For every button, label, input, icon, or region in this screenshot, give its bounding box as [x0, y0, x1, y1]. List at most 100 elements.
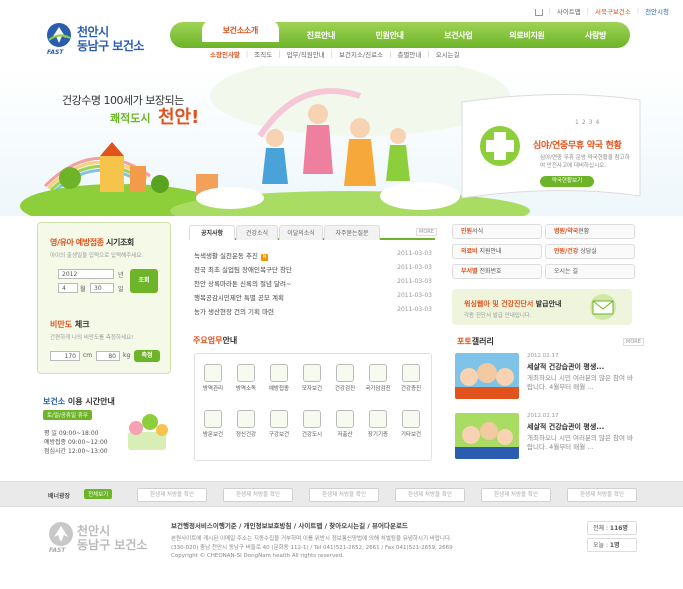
quick-link-directions[interactable]: 오시는 길 [545, 264, 635, 279]
quick-link-medical-support[interactable]: 의료비 지원안내 [452, 244, 542, 259]
pharmacy-promo-desc: 심야/연중 무휴 운영 약국현황을 참고하여 안전사고에 대비하십시오. [540, 155, 630, 169]
logo-title-line2: 동남구 보건소 [77, 39, 144, 53]
subnav-branches[interactable]: 보건지소/진료소 [333, 49, 389, 59]
news-item[interactable]: 행복공감시민제안 특별 공모 계획 2011-03-03 [194, 292, 434, 302]
nav-health-projects[interactable]: 보건사업 [424, 30, 493, 41]
banner-view-all-button[interactable]: 전체보기 [84, 489, 113, 499]
hours-row: 예방접종 09:00~12:00 [44, 439, 108, 446]
subnav-floors[interactable]: 층별안내 [391, 49, 427, 59]
news-item[interactable]: 녹색생활 실천운동 추진 N 2011-03-03 [194, 250, 434, 261]
banner-item[interactable]: 환생제 처방을 확인 [137, 488, 207, 502]
building-icon [303, 410, 321, 428]
gallery-item[interactable]: 2012.02.17 세살적 건강습관이 평생... 개최하오니 시민 여러분의… [455, 413, 635, 463]
subnav-directions[interactable]: 오시는길 [430, 49, 466, 59]
cityhall-link[interactable]: 천안시청 [645, 6, 669, 16]
news-more-button[interactable]: MORE [416, 228, 437, 236]
utility-links: | 사이트맵 | 서북구보건소 | 천안시청 [534, 6, 669, 16]
height-input[interactable]: 170 [50, 351, 80, 361]
tab-monthly-news[interactable]: 이달의소식 [279, 225, 323, 240]
work-item-disinfection[interactable]: 방역소독 [231, 364, 261, 392]
work-item-vaccination[interactable]: 예방접종 [264, 364, 294, 392]
banner-plaza: 배너광장 전체보기 환생제 처방을 확인 환생제 처방을 확인 환생제 처방을 … [0, 481, 683, 507]
main-navigation: 보건소소개 진료안내 민원안내 보건사업 의료비지원 사랑방 [170, 20, 630, 48]
work-item-cancer-screening[interactable]: 국가암검진 [363, 364, 393, 392]
nav-treatment[interactable]: 진료안내 [287, 30, 356, 41]
subnav-org-chart[interactable]: 조직도 [248, 49, 278, 59]
birth-year-select[interactable]: 2012 [58, 269, 114, 279]
vaccination-title: 영/유아 예방접종 시기조회 [50, 238, 134, 247]
nav-medical-support[interactable]: 의료비지원 [493, 30, 562, 41]
stethoscope-icon [336, 364, 354, 382]
tab-faq[interactable]: 자주묻는질문 [324, 225, 380, 240]
birth-day-select[interactable]: 30 [90, 283, 114, 293]
heart-icon [369, 410, 387, 428]
footer-copyright: Copyright © CHEONAN-SI DongNam health Al… [171, 553, 344, 559]
nav-about[interactable]: 보건소소개 [202, 20, 279, 42]
monitor-icon [369, 364, 387, 382]
work-item-low-birth[interactable]: 저출산 [330, 410, 360, 438]
banner-item[interactable]: 환생제 처방을 확인 [223, 488, 293, 502]
weight-unit: kg [123, 352, 131, 359]
photo-gallery-title: 포토갤러리 [457, 337, 494, 346]
work-item-dental[interactable]: 구강보건 [264, 410, 294, 438]
nav-community[interactable]: 사랑방 [561, 30, 630, 41]
document-icon [237, 364, 255, 382]
gallery-title: 세살적 건강습관이 평생... [527, 423, 605, 431]
birth-month-select[interactable]: 4 [58, 283, 78, 293]
banner-item[interactable]: 환생제 처방을 확인 [309, 488, 379, 502]
work-item-disease-control[interactable]: 방역관리 [198, 364, 228, 392]
banner-item[interactable]: 환생제 처방을 확인 [567, 488, 637, 502]
subnav-greeting[interactable]: 소장인사말 [204, 49, 246, 59]
gallery-more-button[interactable]: MORE [623, 338, 644, 346]
news-item[interactable]: 천안 상록마라톤 신록의 절념 달려~ 2011-03-03 [194, 278, 434, 288]
vaccination-submit-button[interactable]: 조회 [130, 269, 158, 293]
height-unit: cm [83, 352, 93, 359]
divider: | [548, 7, 551, 15]
clipboard-icon [204, 364, 222, 382]
gallery-item[interactable]: 2012.02.17 세살적 건강습관이 평생... 개최하오니 시민 여러분의… [455, 353, 635, 403]
gallery-date: 2012.02.17 [527, 353, 559, 359]
grid-icon [402, 410, 420, 428]
banner-plaza-label: 배너광장 [48, 493, 71, 500]
work-item-checkup[interactable]: 건강검진 [330, 364, 360, 392]
news-item[interactable]: 농가 생산현장 건의 기획 마련 2011-03-03 [194, 306, 434, 316]
quick-link-phone-directory[interactable]: 부서별 전화번호 [452, 264, 542, 279]
northwest-health-link[interactable]: 서북구보건소 [595, 6, 631, 16]
banner-item[interactable]: 환생제 처방을 확인 [481, 488, 551, 502]
gallery-desc: 개최하오니 시민 여러분의 많은 참여 바랍니다. 4월부터 매월 ... [527, 374, 634, 391]
weight-input[interactable]: 80 [96, 351, 120, 361]
work-item-other[interactable]: 기타보건 [396, 410, 426, 438]
tab-health-news[interactable]: 건강소식 [236, 225, 278, 240]
footer-links[interactable]: 보건행정서비스이행기준 / 개인정보보호방침 / 사이트맵 / 찾아오시는길 /… [171, 520, 408, 530]
opening-hours: 보건소 이용 시간안내 토/일/공휴일 휴무 평 일 09:00~18:00 예… [40, 390, 175, 460]
tab-notice[interactable]: 공지사항 [189, 225, 235, 240]
hero-slogan-city: 천안! [158, 107, 200, 128]
obesity-measure-button[interactable]: 측정 [134, 350, 160, 362]
work-item-maternal[interactable]: 모자보건 [297, 364, 327, 392]
work-item-promotion[interactable]: 건강증진 [396, 364, 426, 392]
car-icon [402, 364, 420, 382]
visitor-today: 오늘 : 1명 [587, 538, 637, 552]
banner-item[interactable]: 환생제 처방을 확인 [395, 488, 465, 502]
news-item[interactable]: 전국 최초 실업팀 장애인복구단 창단 2011-03-03 [194, 264, 434, 274]
work-item-mental[interactable]: 정신건강 [231, 410, 261, 438]
home-icon[interactable] [534, 8, 543, 16]
work-item-organ-donation[interactable]: 장기기증 [363, 410, 393, 438]
quick-link-forms[interactable]: 민원서식 [452, 224, 542, 239]
work-item-visiting[interactable]: 방문보건 [198, 410, 228, 438]
site-logo[interactable]: FAST 천안시 동남구 보건소 [44, 22, 154, 58]
subnav-staff[interactable]: 업무/직원안내 [281, 49, 331, 59]
work-item-healthy-city[interactable]: 건강도시 [297, 410, 327, 438]
divider: | [636, 7, 640, 15]
sitemap-link[interactable]: 사이트맵 [557, 6, 581, 16]
obesity-title: 비만도 체크 [50, 320, 90, 329]
syringe-icon [270, 364, 288, 382]
quick-link-hospital-pharmacy[interactable]: 병원/약국현황 [545, 224, 635, 239]
logo-fast-text: FAST [47, 49, 64, 56]
certificate-issue-banner[interactable]: 워싱웹아 및 건강진단서 발급안내 각종 진단서 발급 안내입니다. [452, 289, 632, 325]
footer-logo-mark-icon [49, 522, 73, 546]
main-work-title: 주요업무안내 [193, 336, 238, 345]
nav-civil[interactable]: 민원안내 [355, 30, 424, 41]
pharmacy-view-button[interactable]: 약국현황보기 [540, 176, 594, 187]
quick-link-counseling[interactable]: 민원/건강 상담실 [545, 244, 635, 259]
